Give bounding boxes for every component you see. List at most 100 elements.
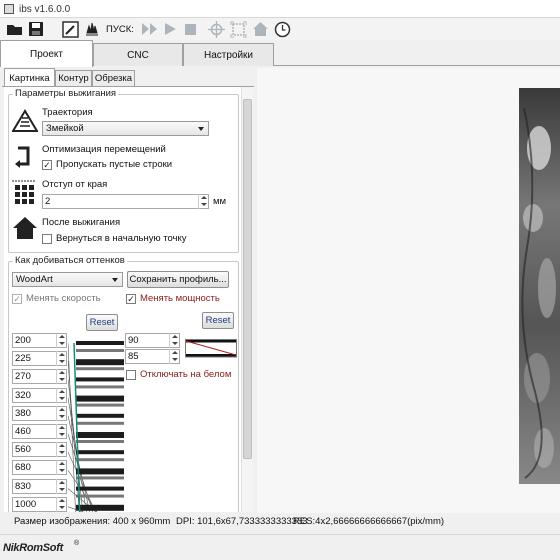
speed-band	[76, 468, 124, 475]
flame-icon[interactable]	[82, 19, 102, 39]
trajectory-value: Змейкой	[46, 123, 84, 134]
speed-band-light	[76, 458, 124, 462]
change-speed-label: Менять скорость	[26, 293, 101, 304]
speed-value-spinner[interactable]	[56, 478, 66, 494]
frame-icon[interactable]	[228, 19, 248, 39]
edit-image-icon[interactable]	[60, 19, 80, 39]
save-profile-button[interactable]: Сохранить профиль...	[127, 271, 229, 288]
optimization-icon	[14, 144, 34, 173]
power-max-spinner[interactable]	[169, 333, 179, 348]
settings-panel: Параметры выжигания Траектория Змейкой О…	[4, 87, 241, 512]
speed-band-light	[76, 367, 124, 371]
speed-value-spinner[interactable]	[56, 496, 66, 512]
brand-logo: NikRomSoft	[3, 542, 63, 554]
disable-on-white-label: Отключать на белом	[140, 369, 232, 380]
save-icon[interactable]	[26, 19, 46, 39]
profile-select[interactable]: WoodArt	[12, 272, 123, 287]
speed-band-light	[76, 440, 124, 443]
speed-value-row: 560	[12, 442, 67, 458]
reset-speed-button[interactable]: Reset	[86, 314, 118, 331]
speed-band	[76, 450, 124, 455]
trajectory-select[interactable]: Змейкой	[42, 121, 209, 136]
image-size-text: Размер изображения: 400 x 960mm	[14, 516, 171, 527]
margin-label: Отступ от края	[42, 179, 108, 190]
speed-value-row: 320	[12, 387, 67, 403]
speed-band	[76, 504, 124, 511]
speed-value-row: 380	[12, 405, 67, 421]
chevron-down-icon	[198, 127, 204, 131]
footer: NikRomSoft ®	[0, 534, 560, 560]
change-speed-checkbox[interactable]	[12, 294, 22, 304]
dpi-text: DPI: 101,6x67,7333333333333	[176, 516, 308, 527]
panel-scrollbar[interactable]	[241, 87, 253, 512]
image-preview[interactable]	[519, 88, 560, 484]
disable-on-white-checkbox[interactable]	[126, 370, 136, 380]
tab-settings[interactable]: Настройки	[183, 43, 274, 66]
chevron-down-icon	[112, 278, 118, 282]
speed-band	[76, 377, 124, 382]
speed-band-light	[76, 385, 124, 389]
speed-value-row: 830	[12, 478, 67, 494]
speed-gradient-graph	[67, 337, 124, 512]
crosshair-icon[interactable]	[206, 19, 226, 39]
burn-params-title: Параметры выжигания	[13, 88, 119, 99]
speed-band	[76, 432, 124, 438]
shades-title: Как добиваться оттенков	[13, 255, 127, 266]
skip-empty-label: Пропускать пустые строки	[56, 159, 173, 170]
speed-value-spinner[interactable]	[56, 442, 66, 458]
power-gradient-graph	[185, 339, 237, 362]
grid-icon	[12, 180, 36, 207]
window-title: ibs v1.6.0.0	[19, 4, 71, 15]
subtab-contour[interactable]: Контур	[55, 70, 92, 86]
play-icon[interactable]	[160, 19, 180, 39]
trajectory-icon	[11, 108, 39, 137]
subtab-crop[interactable]: Обрезка	[92, 70, 135, 86]
return-home-label: Вернуться в начальную точку	[56, 233, 187, 244]
home-icon	[12, 216, 38, 243]
speed-value-row: 225	[12, 351, 67, 367]
speed-value-row: 680	[12, 460, 67, 476]
image-preview-area	[257, 68, 560, 513]
open-folder-icon[interactable]	[4, 19, 24, 39]
speed-value-spinner[interactable]	[56, 387, 66, 403]
power-min-row: 85	[125, 349, 180, 364]
speed-value-spinner[interactable]	[56, 424, 66, 439]
speed-value-spinner[interactable]	[56, 369, 66, 385]
registered-mark: ®	[74, 540, 80, 547]
return-home-checkbox[interactable]	[42, 234, 52, 244]
title-bar: ibs v1.6.0.0	[0, 0, 560, 18]
power-min-spinner[interactable]	[169, 349, 179, 364]
clock-icon[interactable]	[272, 19, 292, 39]
margin-unit: мм	[213, 196, 227, 207]
speed-value-spinner[interactable]	[56, 460, 66, 476]
speed-band-light	[76, 421, 124, 425]
speed-band	[76, 341, 124, 345]
margin-input[interactable]: 2	[42, 194, 209, 209]
home-icon[interactable]	[250, 19, 270, 39]
res-text: RES:4x2,66666666666667(pix/mm)	[293, 516, 445, 527]
after-burn-label: После выжигания	[42, 217, 121, 228]
margin-spinner[interactable]	[198, 194, 208, 209]
change-power-checkbox[interactable]	[126, 294, 136, 304]
optimization-label: Оптимизация перемещений	[42, 144, 166, 155]
speed-band	[76, 395, 124, 402]
stop-icon[interactable]	[180, 19, 200, 39]
subtab-picture[interactable]: Картинка	[4, 68, 55, 87]
speed-band	[76, 486, 124, 491]
speed-value-spinner[interactable]	[56, 333, 66, 348]
app-icon	[4, 4, 14, 14]
power-max-row: 90	[125, 333, 180, 348]
reset-power-button[interactable]: Reset	[202, 312, 234, 329]
play-next-icon[interactable]	[140, 19, 160, 39]
speed-value-spinner[interactable]	[56, 351, 66, 367]
scrollbar-thumb[interactable]	[243, 99, 252, 459]
speed-value-row: 200	[12, 333, 67, 348]
speed-value-row: 460	[12, 424, 67, 439]
skip-empty-checkbox[interactable]	[42, 160, 52, 170]
tab-project[interactable]: Проект	[0, 40, 93, 67]
toolbar: ПУСК:	[0, 18, 560, 40]
speed-band-light	[76, 476, 124, 480]
tab-cnc[interactable]: CNC	[93, 43, 183, 66]
speed-value-row: 1000	[12, 496, 67, 512]
speed-value-spinner[interactable]	[56, 405, 66, 421]
